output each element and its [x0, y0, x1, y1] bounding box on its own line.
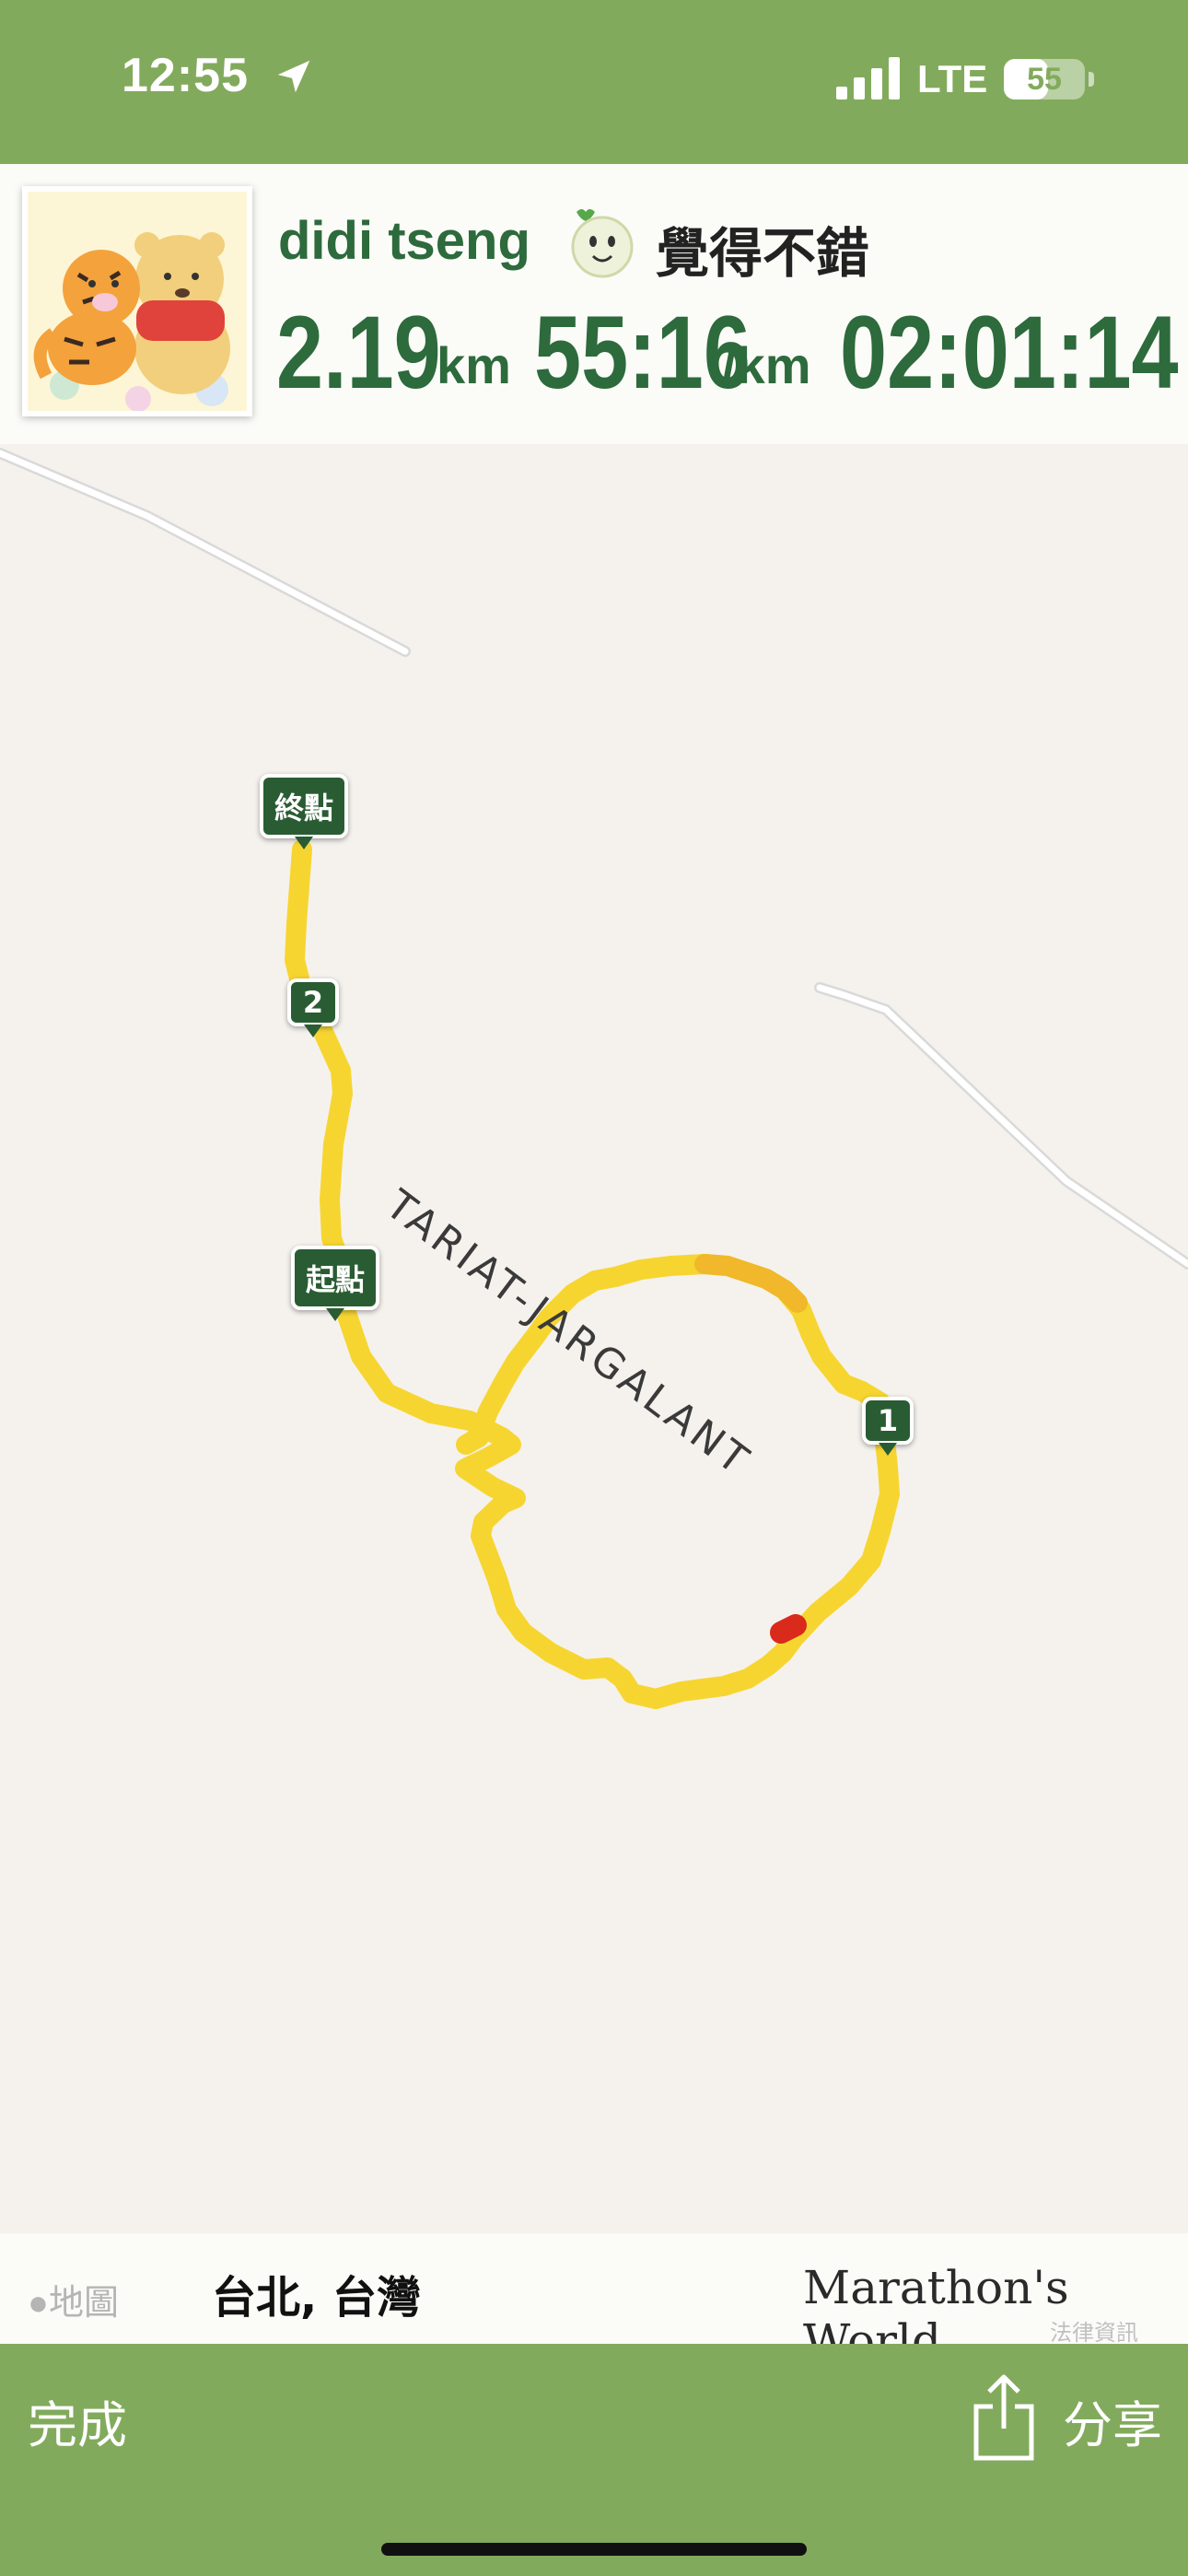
- mood-text: 覺得不錯: [656, 222, 870, 285]
- avatar-image: [28, 192, 247, 411]
- share-label: 分享: [1063, 2396, 1162, 2454]
- distance-unit-wrap: km: [437, 335, 511, 395]
- battery-nub: [1089, 72, 1094, 87]
- status-time: 12:55: [122, 49, 249, 102]
- km-marker-1[interactable]: 1: [862, 1397, 914, 1456]
- share-icon: [973, 2374, 1034, 2461]
- pace-unit-wrap: /km: [722, 335, 811, 395]
- bottom-toolbar: 完成 分享: [0, 2344, 1188, 2576]
- route-hot-segment: [770, 1614, 807, 1644]
- location-arrow-icon: [277, 60, 310, 93]
- maps-label: 地圖: [48, 2284, 119, 2323]
- distance-unit: km: [437, 336, 511, 394]
- apple-logo-icon: ●: [28, 2284, 49, 2323]
- route-line: [285, 839, 900, 1709]
- road: [0, 448, 1188, 1270]
- map-footer: ●地圖 台北, 台灣 Marathon's World 法律資訊: [0, 2233, 1188, 2368]
- smiley-face-icon: [571, 209, 634, 278]
- finish-marker[interactable]: 終點: [260, 774, 349, 849]
- duration-value: 02:01:14: [840, 295, 1179, 410]
- duration-stat: 02:01:14: [840, 293, 1188, 412]
- activity-header: didi tseng 覺得不錯 2.19 km 55:16 /km 02:01:…: [0, 164, 1188, 444]
- status-bar: 12:55 LTE 55: [0, 0, 1188, 164]
- km-marker-2[interactable]: 2: [287, 978, 339, 1037]
- route-fast-segment: [694, 1254, 808, 1313]
- location-label: 台北, 台灣: [212, 2272, 421, 2324]
- apple-maps-attribution[interactable]: ●地圖: [28, 2274, 119, 2324]
- pace-value: 55:16: [534, 295, 751, 410]
- avatar[interactable]: [22, 186, 252, 416]
- route-map[interactable]: TARIAT-JARGALANT 終點 2 起點 1: [0, 444, 1188, 2233]
- pace-unit: /km: [722, 336, 811, 394]
- distance-value: 2.19: [276, 295, 441, 410]
- home-indicator[interactable]: [381, 2543, 807, 2556]
- legal-link[interactable]: 法律資訊: [1050, 2314, 1138, 2347]
- done-button[interactable]: 完成: [28, 2384, 127, 2457]
- battery-level: 55: [1027, 62, 1062, 97]
- network-type: LTE: [917, 57, 988, 100]
- signal-icon: [836, 57, 900, 100]
- start-marker[interactable]: 起點: [291, 1246, 380, 1321]
- user-name: didi tseng: [278, 211, 530, 271]
- battery-icon: 55: [1004, 59, 1085, 100]
